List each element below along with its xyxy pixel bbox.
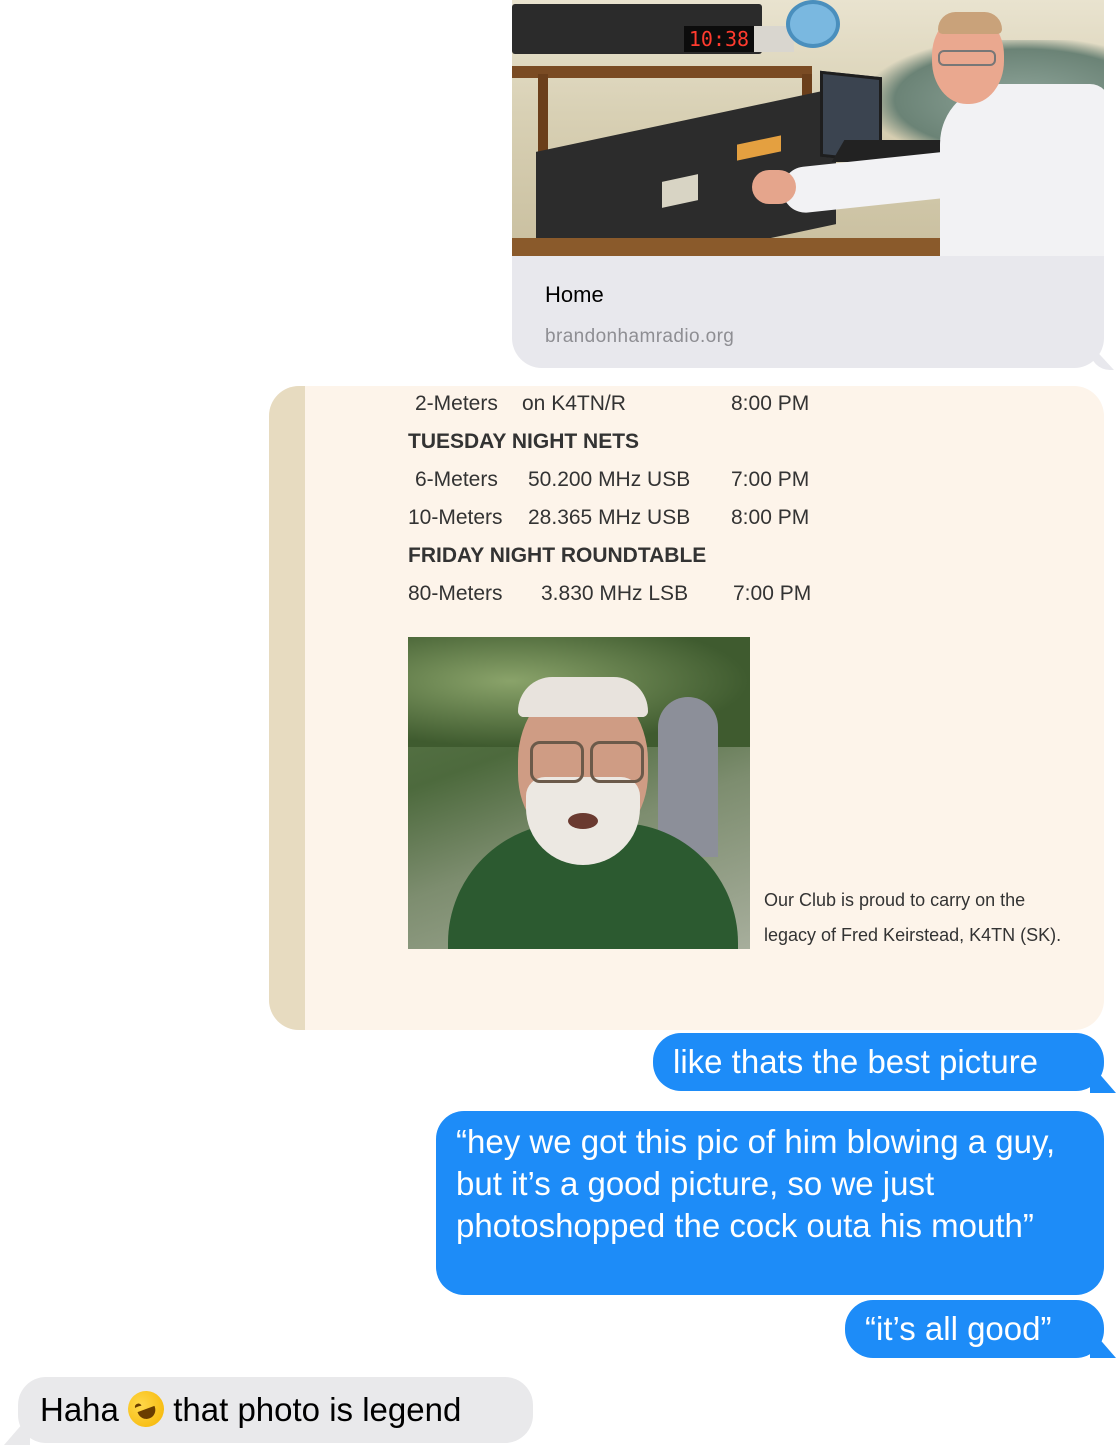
schedule-band: 10-Meters: [408, 506, 503, 529]
schedule-time: 8:00 PM: [731, 392, 810, 415]
message-text: that photo is legend: [173, 1391, 462, 1428]
schedule-heading: TUESDAY NIGHT NETS: [408, 430, 640, 453]
schedule-time: 7:00 PM: [733, 582, 812, 605]
schedule-band: 80-Meters: [408, 582, 503, 605]
message-bubble-received[interactable]: Haha that photo is legend: [18, 1377, 533, 1443]
schedule-detail: 28.365 MHz USB: [528, 506, 691, 529]
schedule-band: 6-Meters: [415, 468, 498, 491]
link-preview-image: 10:38: [512, 0, 1104, 256]
schedule-detail: 3.830 MHz LSB: [541, 582, 689, 605]
photo-caption-line2: legacy of Fred Keirstead, K4TN (SK).: [764, 925, 1062, 945]
message-text: “it’s all good”: [865, 1310, 1052, 1347]
schedule-heading: FRIDAY NIGHT ROUNDTABLE: [408, 544, 707, 567]
link-preview-info[interactable]: Home brandonhamradio.org: [512, 256, 1104, 368]
bubble-tail: [4, 1415, 30, 1445]
digital-clock: 10:38: [684, 26, 754, 52]
screenshot-image[interactable]: 2-Meters on K4TN/R 8:00 PM TUESDAY NIGHT…: [269, 386, 1104, 1030]
schedule-time: 7:00 PM: [731, 468, 810, 491]
rolling-laughing-emoji-icon: [122, 1385, 170, 1433]
sidebar-stripe: [269, 386, 305, 1030]
schedule-band: 2-Meters: [415, 392, 498, 415]
portrait-photo: [408, 637, 750, 949]
message-bubble-sent[interactable]: “hey we got this pic of him blowing a gu…: [436, 1111, 1104, 1295]
link-title: Home: [545, 282, 604, 307]
link-preview-card[interactable]: 10:38 Home brandonhamradio.org: [512, 0, 1104, 368]
fan: [786, 0, 840, 48]
photo-caption-line1: Our Club is proud to carry on the: [764, 890, 1026, 910]
message-bubble-sent[interactable]: “it’s all good”: [845, 1300, 1104, 1358]
schedule-detail: on K4TN/R: [522, 392, 626, 415]
message-bubble-sent[interactable]: like thats the best picture: [653, 1033, 1104, 1091]
link-url: brandonhamradio.org: [545, 326, 735, 347]
schedule-detail: 50.200 MHz USB: [528, 468, 691, 491]
message-text: like thats the best picture: [673, 1043, 1039, 1080]
schedule-time: 8:00 PM: [731, 506, 810, 529]
message-text: “hey we got this pic of him blowing a gu…: [456, 1123, 1056, 1244]
message-text: Haha: [40, 1391, 119, 1428]
